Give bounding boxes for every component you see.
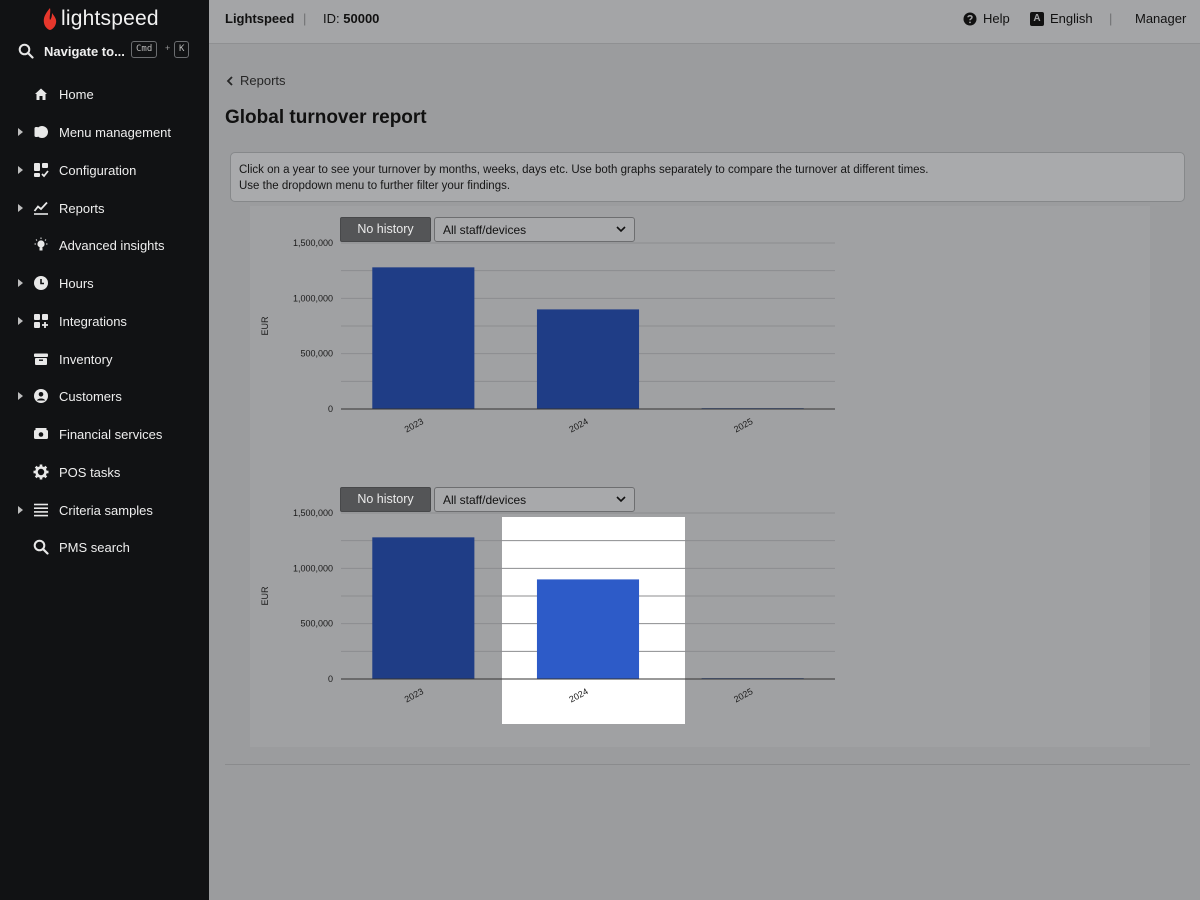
y-tick-label: 1,000,000 [293,293,333,303]
y-tick-label: 0 [328,404,333,414]
y-tick-label: 1,500,000 [293,508,333,518]
x-tick-label: 2023 [403,416,425,434]
bar-charts: 0 500,000 1,000,000 1,500,000 EUR 2023 2024 202… [260,238,835,704]
x-tick-label: 2025 [732,686,754,704]
y-axis-label: EUR [260,586,270,606]
y-tick-label: 1,000,000 [293,563,333,573]
x-tick-label: 2023 [403,686,425,704]
x-tick-label: 2025 [732,416,754,434]
x-tick-label: 2024 [567,416,589,434]
y-axis-label: EUR [260,316,270,336]
bar-2023 [372,537,475,679]
y-tick-label: 0 [328,674,333,684]
y-tick-label: 500,000 [300,349,333,359]
divider [225,764,1190,765]
y-tick-label: 1,500,000 [293,238,333,248]
bar-2024 [536,309,640,409]
y-tick-label: 500,000 [300,619,333,629]
bar-2023 [372,267,475,409]
bar-2024 [536,579,640,679]
x-tick-label: 2024 [567,686,589,704]
